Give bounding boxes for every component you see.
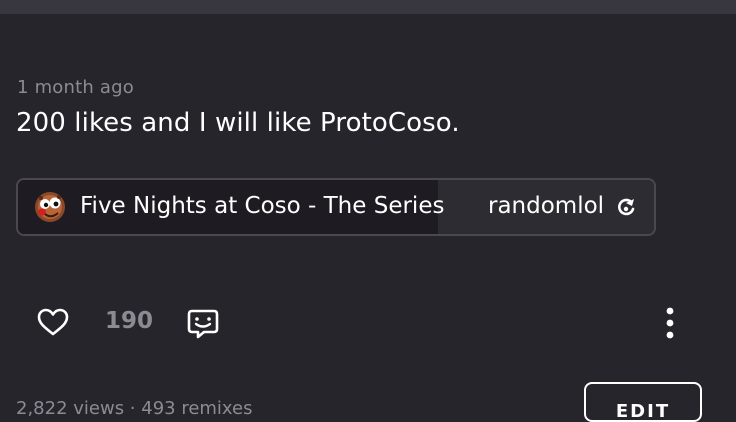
like-count: 190: [105, 308, 154, 334]
heart-icon[interactable]: [36, 306, 70, 340]
project-card[interactable]: Five Nights at Coso - The Series randoml…: [16, 178, 656, 236]
project-title[interactable]: Five Nights at Coso - The Series: [80, 193, 444, 219]
post-stats: 2,822 views · 493 remixes: [16, 398, 253, 419]
remix-icon: [616, 197, 636, 217]
post-text: 200 likes and I will like ProtoCoso.: [16, 108, 460, 138]
more-vertical-icon[interactable]: [660, 306, 680, 340]
comment-icon[interactable]: [186, 306, 220, 340]
cartoon-face-icon: [34, 191, 66, 223]
post-timestamp: 1 month ago: [17, 77, 134, 98]
top-bar: [0, 0, 736, 14]
project-author[interactable]: randomlol: [488, 193, 604, 219]
edit-button[interactable]: EDIT: [584, 382, 702, 422]
